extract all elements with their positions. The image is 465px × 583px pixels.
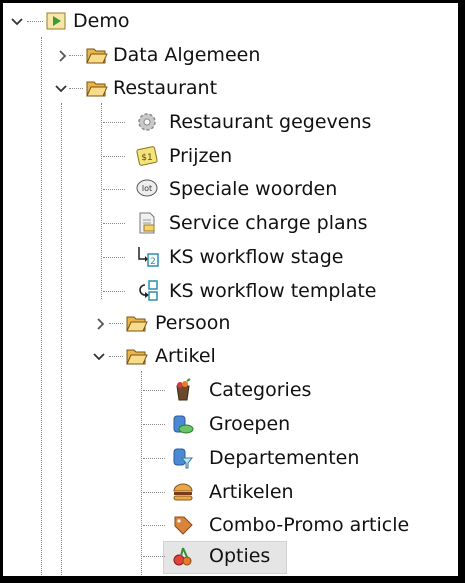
tree-node-restaurant[interactable]: Restaurant <box>3 72 458 105</box>
workflow-stage-text: 2 <box>150 257 156 267</box>
tree-node-label: Groepen <box>209 413 291 435</box>
tree-connector <box>143 525 165 526</box>
tree-connector <box>143 556 165 557</box>
price-tag-icon: $1 <box>136 146 158 166</box>
tree-node-label: Combo-Promo article <box>209 514 410 536</box>
tree-connector <box>143 492 165 493</box>
tree-node-artikel[interactable]: Artikel <box>3 340 458 373</box>
chevron-down-icon[interactable] <box>91 349 107 365</box>
speech-bubble-text: lot <box>142 184 152 193</box>
tree-node-label: Persoon <box>155 312 231 334</box>
tree-connector <box>103 122 125 123</box>
folder-open-icon <box>86 48 108 64</box>
tree-node-label: KS workflow template <box>169 280 377 302</box>
tree-node-label: Speciale woorden <box>169 178 338 200</box>
tree-node-speciale-woorden[interactable]: lot Speciale woorden <box>3 173 458 206</box>
folder-open-icon <box>126 316 148 332</box>
tree-connector <box>143 424 165 425</box>
tree-node-label: Demo <box>73 10 130 32</box>
folder-open-icon <box>126 349 148 365</box>
options-icon <box>173 547 192 566</box>
workflow-stage-icon: 2 <box>138 247 159 267</box>
tree-node-departementen[interactable]: Departementen <box>3 442 458 475</box>
tree-node-label: Opties <box>209 545 271 567</box>
tree-node-label: Restaurant <box>113 77 218 99</box>
tree-connector <box>27 21 43 22</box>
speech-bubble-icon: lot <box>136 179 158 197</box>
document-icon <box>139 212 155 234</box>
tree-node-opties[interactable]: Opties <box>3 540 458 573</box>
tree-panel: Demo Data Algemeen Restaurant Restaurant… <box>3 3 458 576</box>
price-tag-text: $1 <box>141 153 152 163</box>
burger-icon <box>173 483 193 501</box>
gear-icon <box>138 113 156 131</box>
tree-node-combo-promo-article[interactable]: Combo-Promo article <box>3 509 458 542</box>
tree-node-restaurant-gegevens[interactable]: Restaurant gegevens <box>3 106 458 139</box>
tree-node-label: Artikel <box>155 345 216 367</box>
tree-connector <box>103 156 125 157</box>
departments-icon <box>173 448 194 469</box>
tree-node-ks-workflow-template[interactable]: KS workflow template <box>3 275 458 308</box>
tag-icon <box>174 516 193 535</box>
tree-connector <box>143 458 165 459</box>
tree-node-service-charge-plans[interactable]: Service charge plans <box>3 207 458 240</box>
workflow-template-icon <box>139 280 158 301</box>
tree-connector <box>103 257 125 258</box>
tree-node-label: KS workflow stage <box>169 246 344 268</box>
tree-connector <box>103 189 125 190</box>
groups-icon <box>173 415 194 434</box>
tree-node-label: Restaurant gegevens <box>169 111 372 133</box>
tree-connector <box>103 291 125 292</box>
tree-node-persoon[interactable]: Persoon <box>3 307 458 340</box>
tree-node-ks-workflow-stage[interactable]: 2 KS workflow stage <box>3 241 458 274</box>
tree-node-categories[interactable]: Categories <box>3 374 458 407</box>
tree-node-label: Service charge plans <box>169 212 368 234</box>
window-border <box>0 576 465 583</box>
tree-node-label: Prijzen <box>169 145 233 167</box>
tree-node-prijzen[interactable]: $1 Prijzen <box>3 140 458 173</box>
tree-node-data-algemeen[interactable]: Data Algemeen <box>3 39 458 72</box>
window-border <box>458 0 465 583</box>
tree-node-groepen[interactable]: Groepen <box>3 408 458 441</box>
categories-icon <box>176 378 191 401</box>
folder-open-icon <box>86 81 108 97</box>
tree-connector <box>109 356 123 357</box>
tree-connector <box>103 223 125 224</box>
chevron-down-icon[interactable] <box>9 14 25 30</box>
tree-node-label: Departementen <box>209 447 360 469</box>
project-icon <box>46 12 66 30</box>
tree-node-label: Artikelen <box>209 481 294 503</box>
tree-connector <box>109 323 123 324</box>
tree-connector <box>69 55 83 56</box>
chevron-down-icon[interactable] <box>53 81 69 97</box>
tree-node-artikelen[interactable]: Artikelen <box>3 476 458 509</box>
tree-node-demo[interactable]: Demo <box>3 5 458 38</box>
tree-node-label: Data Algemeen <box>113 44 261 66</box>
tree-node-label: Categories <box>209 379 312 401</box>
tree-connector <box>143 390 165 391</box>
chevron-right-icon[interactable] <box>55 48 71 64</box>
tree-connector <box>69 88 83 89</box>
chevron-right-icon[interactable] <box>93 316 109 332</box>
